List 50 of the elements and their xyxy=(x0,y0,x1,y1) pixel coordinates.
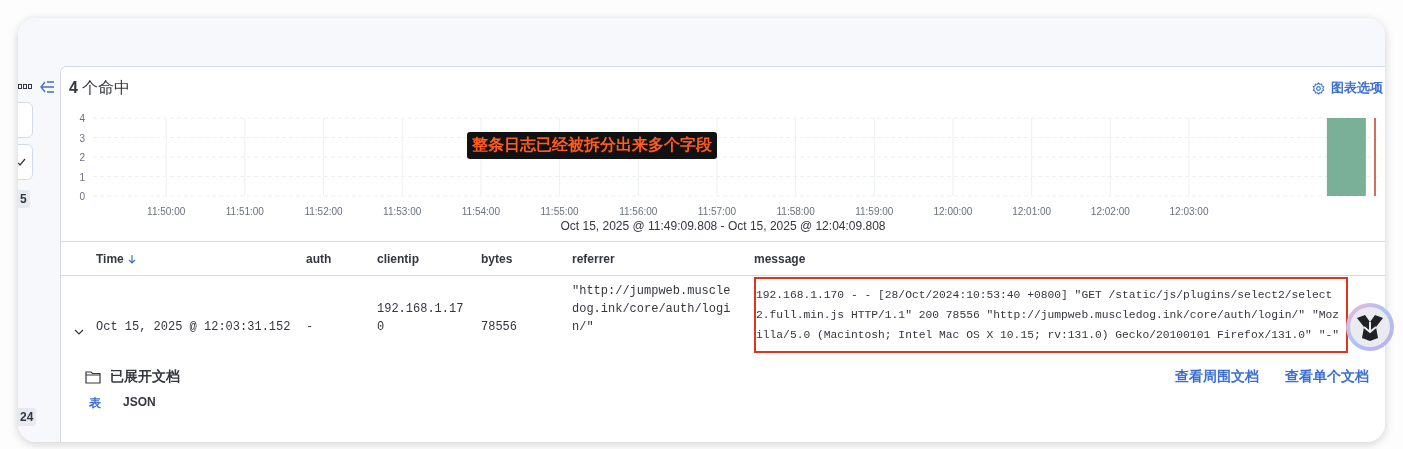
axis-label: 11:57:00 xyxy=(697,206,737,217)
chevron-icon[interactable] xyxy=(73,329,84,336)
hits-count: 4 个命中 xyxy=(69,77,131,98)
dots-icon xyxy=(18,84,32,90)
table-cell-text: Oct 15, 2025 @ 12:03:31.152 xyxy=(96,319,292,336)
axis-label: 11:52:00 xyxy=(304,206,343,217)
column-header[interactable]: auth xyxy=(306,251,332,266)
axis-label: 12:00:00 xyxy=(933,206,973,217)
column-header[interactable]: message xyxy=(754,251,806,266)
table-cell-text: 78556 xyxy=(481,319,518,336)
axis-label: 1 xyxy=(79,171,85,183)
document-link[interactable]: 查看周围文档 xyxy=(1175,368,1259,386)
column-header[interactable]: bytes xyxy=(481,251,513,266)
document-link[interactable]: 查看单个文档 xyxy=(1285,368,1369,386)
column-header[interactable]: Time xyxy=(96,251,124,266)
settings-icon xyxy=(1312,81,1325,95)
table-cell-text: 192.168.1.170 xyxy=(377,301,465,336)
count-badge: 5 xyxy=(18,190,30,208)
time-range: Oct 15, 2025 @ 11:49:09.808 - Oct 15, 2025 @ 12:04:09.808 xyxy=(559,219,887,235)
axis-label: 11:58:00 xyxy=(776,206,815,217)
axis-label: 11:51:00 xyxy=(225,206,264,217)
tab[interactable]: JSON xyxy=(123,395,156,412)
table-cell-text: - xyxy=(306,319,315,336)
axis-label: 11:53:00 xyxy=(383,206,422,217)
axis-label: 2 xyxy=(79,152,85,163)
axis-label: 11:54:00 xyxy=(461,206,500,217)
column-header[interactable]: clientip xyxy=(377,251,419,266)
table-cell: 192.168.1.170 - - [28/Oct/2024:10:53:40 +0800] "GET /static/js/plugins/select2/select2.full.min.js HTTP/1.1" 200 78556 "http://jumpweb.muscledog.ink/core/auth/login/" "Mozilla/5.0 (Macintosh; Intel Mac OS X 10.15; rv:131.0) Gecko/20100101 Firefox/131.0" "-" xyxy=(754,277,1348,353)
axis-label: 12:01:00 xyxy=(1012,206,1052,217)
folder-icon xyxy=(85,370,102,384)
collapse-icon[interactable] xyxy=(40,81,55,93)
tab[interactable]: 表 xyxy=(89,395,101,412)
section-title: 已展开文档 xyxy=(110,368,180,386)
axis-label: 4 xyxy=(79,113,85,124)
axis-label: 11:59:00 xyxy=(855,206,894,217)
axis-label: 11:50:00 xyxy=(147,206,186,217)
axis-label: 11:56:00 xyxy=(619,206,658,217)
chart-options-link[interactable]: 图表选项 xyxy=(1312,79,1385,97)
axis-label: 12:03:00 xyxy=(1169,206,1209,217)
axis-label: 0 xyxy=(79,191,85,202)
column-header[interactable]: referrer xyxy=(572,251,615,266)
assistant-icon[interactable] xyxy=(1345,302,1395,352)
check-icon xyxy=(18,158,26,166)
axis-label: 3 xyxy=(79,132,85,144)
annotation-label: 整条日志已经被拆分出来多个字段 xyxy=(467,132,717,159)
axis-label: 11:55:00 xyxy=(540,206,579,217)
table-cell-text: "http://jumpweb.muscledog.ink/core/auth/login/" xyxy=(572,283,732,336)
sort-arrow-icon[interactable] xyxy=(127,253,136,264)
count-badge: 24 xyxy=(18,408,37,426)
axis-label: 12:02:00 xyxy=(1090,206,1130,217)
